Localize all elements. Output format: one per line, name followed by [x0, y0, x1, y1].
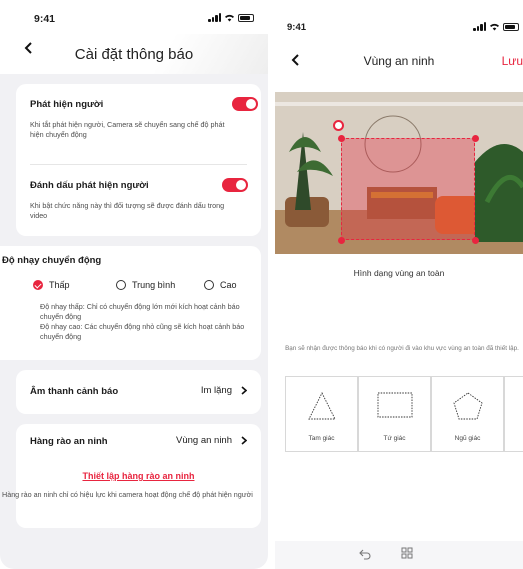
nav-bar: Cài đặt thông báo — [0, 34, 268, 74]
radio-high[interactable]: Cao — [204, 280, 237, 290]
battery-icon — [238, 14, 254, 22]
radio-checked-icon — [33, 280, 43, 290]
fence-setup-link[interactable]: Thiết lập hàng rào an ninh — [82, 471, 194, 481]
person-mark-title: Đánh dấu phát hiện người — [30, 180, 149, 191]
page-title: Vùng an ninh — [363, 54, 435, 68]
status-time: 9:41 — [287, 22, 307, 33]
zone-handle[interactable] — [472, 237, 479, 244]
person-detect-toggle[interactable] — [232, 97, 258, 111]
shape-label-pentagon: Ngũ giác — [454, 435, 481, 442]
divider — [30, 164, 247, 165]
status-bar: 9:41 — [0, 0, 268, 34]
settings-screen: 9:41 Cài đặt thông báo Phát hiện người K… — [0, 0, 268, 569]
triangle-icon — [307, 391, 336, 420]
status-time: 9:41 — [34, 13, 56, 25]
camera-preview[interactable] — [275, 92, 523, 254]
chevron-right-icon — [241, 386, 247, 395]
alarm-sound-value: Im lặng — [200, 385, 232, 396]
radio-medium-label: Trung bình — [132, 280, 176, 290]
save-button[interactable]: Lưu — [502, 54, 523, 68]
radio-unchecked-icon — [116, 280, 126, 290]
wifi-icon — [225, 14, 234, 22]
signal-icon — [473, 22, 486, 31]
back-button[interactable] — [24, 40, 42, 60]
nav-bar: Vùng an ninh — [275, 46, 523, 76]
detection-card: Phát hiện người Khi tắt phát hiện người,… — [16, 84, 261, 236]
sensitivity-title: Độ nhạy chuyển động — [2, 255, 102, 266]
fence-value-group[interactable]: Vùng an ninh — [176, 435, 247, 446]
shape-section-title: Hình dạng vùng an toàn — [353, 268, 445, 278]
grid-icon[interactable] — [401, 547, 413, 559]
wifi-icon — [490, 23, 499, 31]
shape-option-pentagon[interactable]: Ngũ giác — [431, 376, 504, 452]
pentagon-icon — [452, 392, 483, 420]
page-title: Cài đặt thông báo — [74, 45, 194, 63]
shape-option-triangle[interactable]: Tam giác — [285, 376, 358, 452]
radio-low[interactable]: Thấp — [33, 280, 70, 290]
shape-option-rectangle[interactable]: Tứ giác — [358, 376, 431, 452]
fence-card: Hàng rào an ninh Vùng an ninh Thiết lập … — [2, 424, 261, 528]
person-detect-title: Phát hiện người — [30, 99, 104, 110]
security-zone-overlay[interactable] — [341, 138, 475, 240]
battery-icon — [503, 23, 519, 31]
shape-option-more[interactable] — [504, 376, 523, 452]
fence-setup-wrap: Thiết lập hàng rào an ninh — [16, 466, 261, 484]
chevron-left-icon — [291, 54, 299, 66]
fence-label: Hàng rào an ninh — [30, 436, 108, 447]
status-bar: 9:41 — [275, 0, 523, 34]
undo-icon[interactable] — [359, 548, 371, 560]
person-mark-toggle[interactable] — [222, 178, 248, 192]
zone-handle[interactable] — [472, 135, 479, 142]
radio-high-label: Cao — [220, 280, 237, 290]
back-button[interactable] — [291, 52, 309, 72]
sensitivity-card: Độ nhạy chuyển động Thấp Trung bình Cao … — [0, 246, 261, 360]
person-detect-desc: Khi tắt phát hiện người, Camera sẽ chuyể… — [30, 120, 225, 139]
chevron-right-icon — [241, 436, 247, 445]
sensitivity-high-desc: Độ nhạy cao: Các chuyển động nhỏ cũng sẽ… — [40, 322, 245, 341]
status-icons — [208, 13, 254, 22]
zone-rotate-handle[interactable] — [333, 120, 344, 131]
bottom-toolbar — [275, 541, 523, 569]
radio-unchecked-icon — [204, 280, 214, 290]
alarm-sound-value-group: Im lặng — [201, 385, 247, 396]
radio-medium[interactable]: Trung bình — [116, 280, 175, 290]
zone-info-text: Bạn sẽ nhận được thông báo khi có người … — [285, 345, 519, 352]
alarm-sound-label: Âm thanh cảnh báo — [30, 386, 119, 397]
chevron-left-icon — [24, 42, 32, 54]
alarm-sound-row[interactable]: Âm thanh cảnh báo Im lặng — [16, 370, 261, 414]
fence-value: Vùng an ninh — [176, 435, 232, 446]
zone-handle[interactable] — [338, 237, 345, 244]
radio-low-label: Thấp — [49, 280, 70, 290]
sensitivity-low-desc: Độ nhạy thấp: Chỉ có chuyển động lớn mới… — [40, 302, 240, 321]
fence-note: Hàng rào an ninh chỉ có hiệu lực khi cam… — [2, 490, 253, 499]
zone-handle[interactable] — [338, 135, 345, 142]
security-zone-screen: 9:41 Vùng an ninh Lưu Hình dạng vùng an … — [275, 0, 523, 569]
person-mark-desc: Khi bật chức năng này thì đối tượng sẽ đ… — [30, 201, 225, 220]
shape-label-rectangle: Tứ giác — [383, 435, 406, 442]
signal-icon — [208, 13, 221, 22]
rectangle-icon — [377, 392, 412, 418]
shape-label-triangle: Tam giác — [308, 435, 335, 442]
status-icons — [473, 22, 519, 31]
